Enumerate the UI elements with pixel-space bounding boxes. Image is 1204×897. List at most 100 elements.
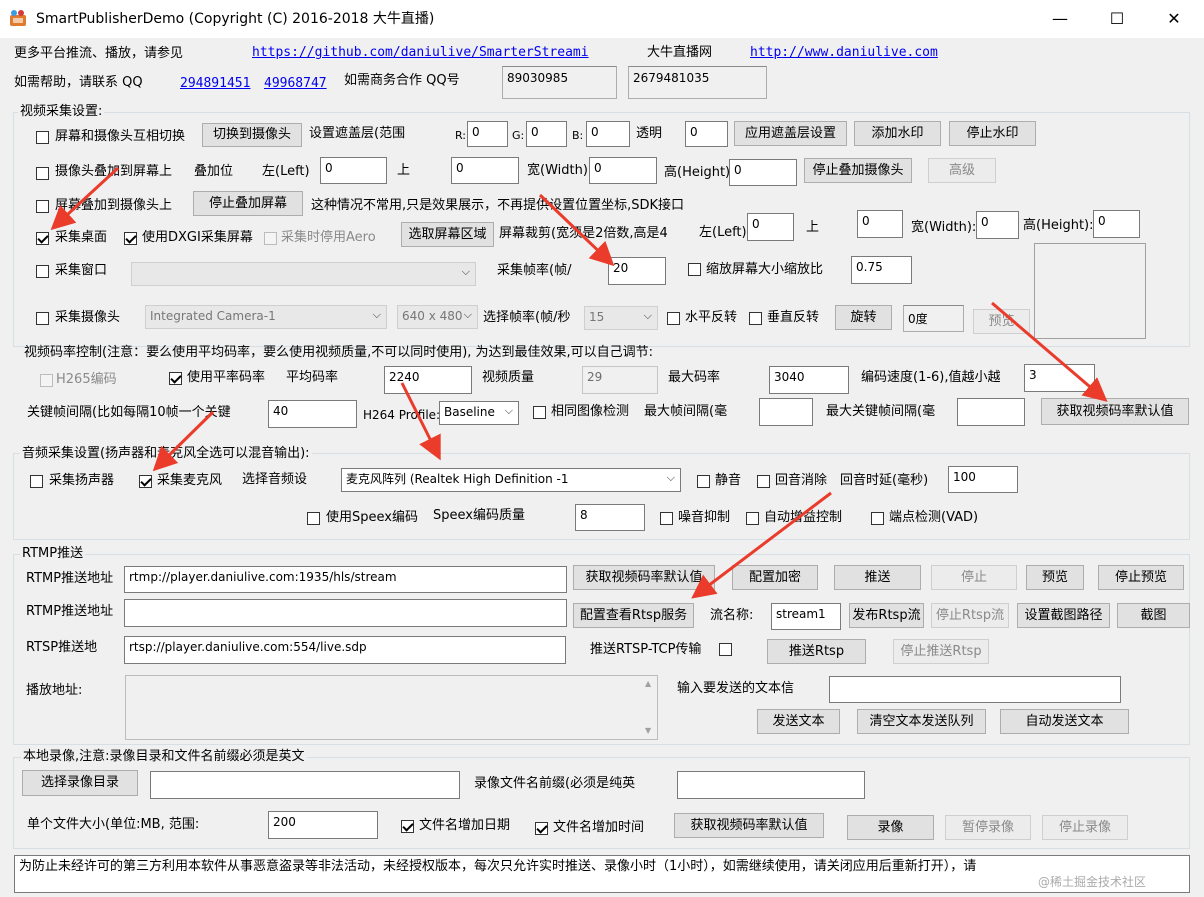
qq-link-2[interactable]: 49968747 — [264, 76, 327, 92]
qq-link-1[interactable]: 294891451 — [180, 76, 250, 92]
max-bitrate-input[interactable]: 3040 — [769, 366, 849, 394]
stop-rtsp-button[interactable]: 停止Rtsp流 — [931, 603, 1009, 628]
stream-name-input[interactable]: stream1 — [771, 603, 841, 630]
textarea-scrollbar[interactable]: ▲ ▼ — [641, 676, 657, 739]
stop-push-button[interactable]: 停止 — [931, 565, 1017, 590]
echo-checkbox[interactable] — [757, 475, 770, 488]
max-frame-input[interactable] — [759, 398, 813, 426]
g-input[interactable]: 0 — [526, 121, 567, 147]
preview-camera-button[interactable]: 预览 — [973, 309, 1030, 334]
vflip-checkbox[interactable] — [749, 312, 762, 325]
advanced-button[interactable]: 高级 — [928, 158, 996, 183]
stop-record-button[interactable]: 停止录像 — [1042, 815, 1128, 840]
add-time-checkbox[interactable] — [535, 822, 548, 835]
avg-bitrate-input[interactable]: 2240 — [384, 366, 472, 394]
b-input[interactable]: 0 — [586, 121, 630, 147]
config-encrypt-button[interactable]: 配置加密 — [732, 565, 818, 590]
scale-checkbox[interactable] — [688, 263, 701, 276]
fps-input[interactable]: 20 — [608, 257, 666, 285]
alpha-input[interactable]: 0 — [685, 121, 728, 147]
scroll-up-icon[interactable]: ▲ — [645, 679, 651, 688]
overlay-left-input[interactable]: 0 — [320, 157, 387, 184]
site-link[interactable]: http://www.daniulive.com — [750, 45, 938, 61]
rtmp-url2-input[interactable] — [124, 599, 567, 627]
r-input[interactable]: 0 — [467, 121, 508, 147]
publish-rtsp-button[interactable]: 发布Rtsp流 — [849, 603, 924, 628]
swap-checkbox[interactable] — [36, 131, 49, 144]
auto-send-button[interactable]: 自动发送文本 — [1000, 709, 1129, 734]
overlay-height-input[interactable]: 0 — [729, 159, 797, 186]
record-prefix-input[interactable] — [677, 771, 865, 799]
agc-checkbox[interactable] — [746, 512, 759, 525]
send-text-input[interactable] — [829, 676, 1121, 703]
stop-camera-overlay-button[interactable]: 停止叠加摄像头 — [804, 158, 912, 183]
minimize-button[interactable]: — — [1031, 0, 1089, 38]
mic-checkbox[interactable] — [139, 475, 152, 488]
select-record-dir-button[interactable]: 选择录像目录 — [22, 770, 138, 796]
h265-checkbox[interactable] — [40, 374, 53, 387]
aero-checkbox[interactable] — [264, 232, 277, 245]
stop-screen-overlay-button[interactable]: 停止叠加屏幕 — [193, 191, 303, 216]
capture-desktop-checkbox[interactable] — [36, 232, 49, 245]
window-select[interactable]: ⌵ — [131, 262, 476, 286]
avg-bitrate-checkbox[interactable] — [169, 372, 182, 385]
preview-button[interactable]: 预览 — [1026, 565, 1084, 590]
camera-fps-select[interactable]: 15 ⌵ — [584, 306, 658, 330]
add-watermark-button[interactable]: 添加水印 — [854, 121, 941, 146]
rtmp-get-default-button[interactable]: 获取视频码率默认值 — [573, 565, 715, 590]
capture-window-checkbox[interactable] — [36, 265, 49, 278]
capture-camera-checkbox[interactable] — [36, 312, 49, 325]
profile-select[interactable]: Baseline ⌵ — [439, 401, 519, 425]
github-link[interactable]: https://github.com/daniulive/SmarterStre… — [252, 45, 589, 61]
stop-watermark-button[interactable]: 停止水印 — [949, 121, 1036, 146]
echo-delay-input[interactable]: 100 — [948, 466, 1018, 493]
scale-input[interactable]: 0.75 — [851, 256, 912, 284]
clear-queue-button[interactable]: 清空文本发送队列 — [857, 709, 986, 734]
overlay-width-input[interactable]: 0 — [589, 157, 657, 184]
push-rtsp-button[interactable]: 推送Rtsp — [767, 639, 866, 664]
speex-checkbox[interactable] — [307, 512, 320, 525]
quality-input[interactable]: 29 — [582, 366, 658, 394]
noise-checkbox[interactable] — [660, 512, 673, 525]
send-text-button[interactable]: 发送文本 — [757, 709, 840, 734]
snapshot-path-button[interactable]: 设置截图路径 — [1017, 603, 1110, 628]
file-size-input[interactable]: 200 — [268, 811, 378, 839]
apply-mask-button[interactable]: 应用遮盖层设置 — [734, 121, 847, 146]
rotate-button[interactable]: 旋转 — [835, 305, 892, 330]
stop-push-rtsp-button[interactable]: 停止推送Rtsp — [893, 639, 989, 664]
mute-checkbox[interactable] — [697, 475, 710, 488]
keyframe-input[interactable]: 40 — [268, 400, 357, 428]
resolution-select[interactable]: 640 x 480 ⌵ — [397, 305, 478, 329]
crop-left-input[interactable]: 0 — [747, 213, 794, 241]
crop-top-input[interactable]: 0 — [857, 210, 903, 238]
screen-overlay-checkbox[interactable] — [36, 200, 49, 213]
same-image-checkbox[interactable] — [533, 406, 546, 419]
record-get-default-button[interactable]: 获取视频码率默认值 — [674, 813, 824, 838]
crop-width-input[interactable]: 0 — [976, 211, 1019, 239]
audio-device-select[interactable]: 麦克风阵列 (Realtek High Definition -1 ⌵ — [341, 468, 681, 492]
select-region-button[interactable]: 选取屏幕区域 — [401, 222, 494, 247]
rtmp-url1-input[interactable]: rtmp://player.daniulive.com:1935/hls/str… — [124, 566, 567, 593]
snapshot-button[interactable]: 截图 — [1117, 603, 1190, 628]
speed-input[interactable]: 3 — [1024, 364, 1095, 392]
max-key-input[interactable] — [957, 398, 1025, 426]
record-button[interactable]: 录像 — [847, 815, 934, 840]
vad-checkbox[interactable] — [871, 512, 884, 525]
camera-overlay-checkbox[interactable] — [36, 167, 49, 180]
stop-preview-button[interactable]: 停止预览 — [1098, 565, 1184, 590]
rtsp-url-input[interactable]: rtsp://player.daniulive.com:554/live.sdp — [124, 636, 566, 664]
add-date-checkbox[interactable] — [401, 820, 414, 833]
pause-record-button[interactable]: 暂停录像 — [945, 815, 1031, 840]
play-url-textarea[interactable] — [125, 675, 658, 740]
maximize-button[interactable]: ☐ — [1088, 0, 1146, 38]
scroll-down-icon[interactable]: ▼ — [645, 726, 651, 735]
overlay-top-input[interactable]: 0 — [451, 157, 519, 184]
speaker-checkbox[interactable] — [30, 475, 43, 488]
record-dir-input[interactable] — [150, 771, 460, 799]
speex-quality-input[interactable]: 8 — [575, 504, 645, 531]
rtsp-tcp-checkbox[interactable] — [719, 643, 732, 656]
rtsp-service-button[interactable]: 配置查看Rtsp服务 — [573, 603, 694, 628]
push-button[interactable]: 推送 — [834, 565, 921, 590]
crop-height-input[interactable]: 0 — [1093, 210, 1140, 238]
get-default-bitrate-button[interactable]: 获取视频码率默认值 — [1041, 398, 1189, 425]
